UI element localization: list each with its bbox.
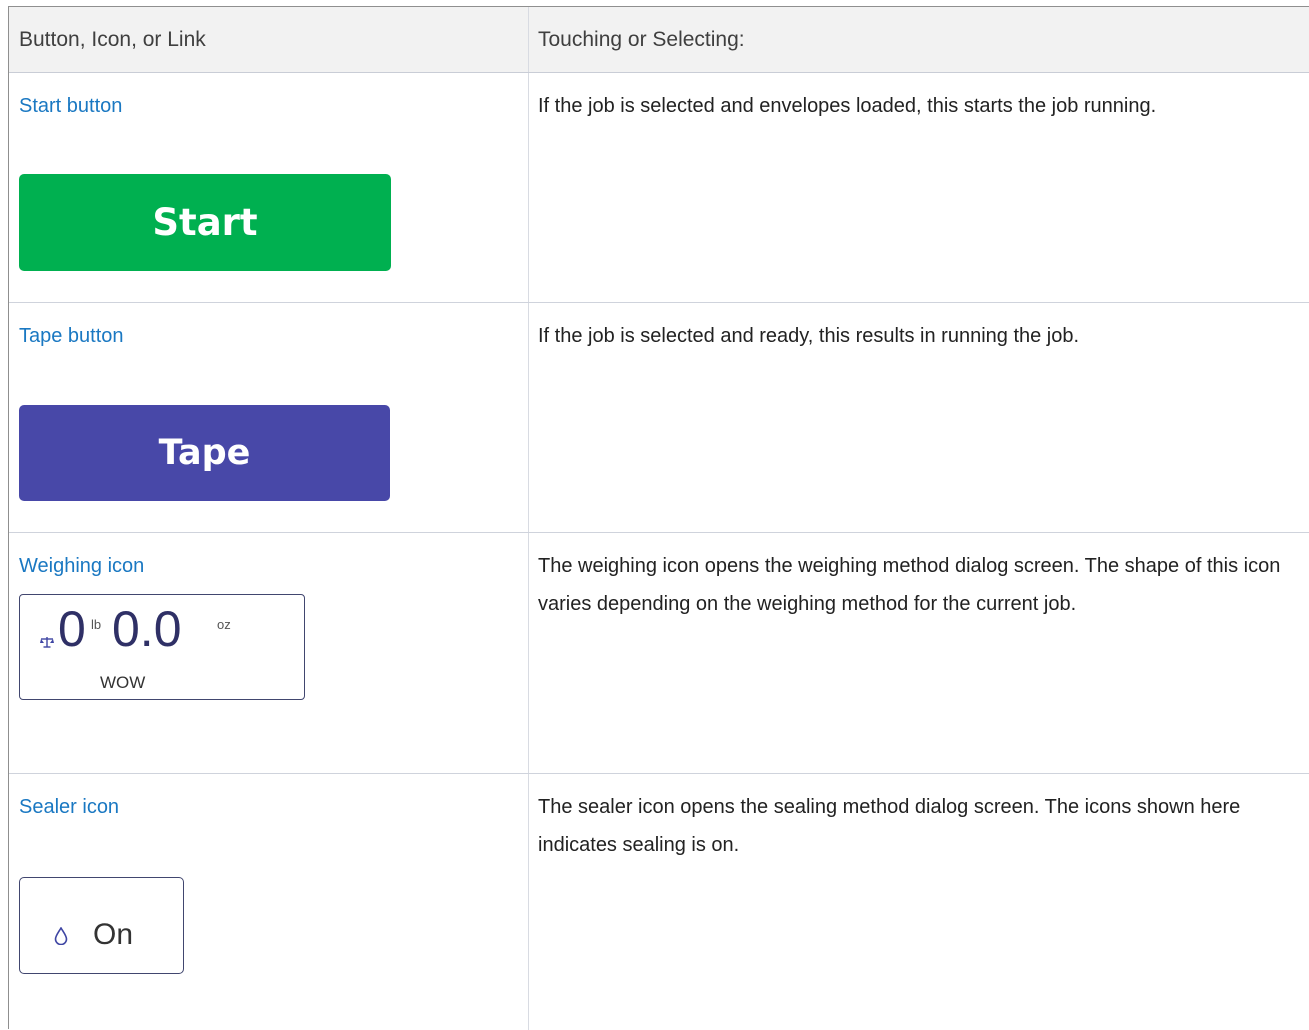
- ounces-value: 0.0: [112, 601, 182, 657]
- description-cell: If the job is selected and ready, this r…: [538, 303, 1308, 532]
- table-row: Weighing icon 0 lb 0.0 oz WOW The weighi…: [9, 533, 1309, 774]
- column-divider: [528, 73, 529, 302]
- tape-button-link[interactable]: Tape button: [19, 323, 124, 349]
- description-cell: The sealer icon opens the sealing method…: [538, 774, 1308, 1030]
- weighing-icon-link[interactable]: Weighing icon: [19, 553, 144, 579]
- tape-button-label: Tape: [158, 433, 251, 473]
- tape-button[interactable]: Tape: [19, 405, 390, 501]
- table-row: Tape button Tape If the job is selected …: [9, 303, 1309, 533]
- sealer-state-label: On: [93, 918, 134, 951]
- weighing-method-label: WOW: [100, 673, 146, 692]
- column-divider: [528, 303, 529, 532]
- description-cell: If the job is selected and envelopes loa…: [538, 73, 1308, 302]
- item-cell: Sealer icon On: [19, 774, 519, 1030]
- header-cell-action: Touching or Selecting:: [538, 7, 1308, 72]
- item-cell: Tape button Tape: [19, 303, 519, 532]
- row-description: The weighing icon opens the weighing met…: [538, 555, 1281, 615]
- column-divider: [528, 533, 529, 773]
- table-row: Start button Start If the job is selecte…: [9, 73, 1309, 303]
- row-description: If the job is selected and ready, this r…: [538, 325, 1080, 347]
- pounds-value: 0: [58, 601, 86, 657]
- header-cell-item: Button, Icon, or Link: [19, 7, 519, 72]
- start-button[interactable]: Start: [19, 174, 391, 271]
- sealer-icon-button[interactable]: On: [19, 877, 184, 974]
- water-drop-icon: [54, 926, 68, 950]
- column-divider: [528, 7, 529, 72]
- item-cell: Weighing icon 0 lb 0.0 oz WOW: [19, 533, 519, 773]
- pounds-unit: lb: [91, 617, 102, 632]
- sealer-icon-link[interactable]: Sealer icon: [19, 794, 119, 820]
- header-label-action: Touching or Selecting:: [538, 28, 745, 51]
- item-cell: Start button Start: [19, 73, 519, 302]
- table-row: Sealer icon On The sealer icon opens the…: [9, 774, 1309, 1030]
- start-button-label: Start: [152, 201, 258, 244]
- row-description: If the job is selected and envelopes loa…: [538, 95, 1157, 117]
- description-cell: The weighing icon opens the weighing met…: [538, 533, 1308, 773]
- ounces-unit: oz: [217, 617, 231, 632]
- start-button-link[interactable]: Start button: [19, 93, 122, 119]
- row-description: The sealer icon opens the sealing method…: [538, 796, 1241, 856]
- header-label-item: Button, Icon, or Link: [19, 28, 206, 51]
- column-divider: [528, 774, 529, 1030]
- table-header-row: Button, Icon, or Link Touching or Select…: [9, 7, 1309, 73]
- scale-icon: [40, 635, 54, 654]
- weighing-icon-button[interactable]: 0 lb 0.0 oz WOW: [19, 594, 305, 700]
- reference-table: Button, Icon, or Link Touching or Select…: [8, 6, 1309, 1030]
